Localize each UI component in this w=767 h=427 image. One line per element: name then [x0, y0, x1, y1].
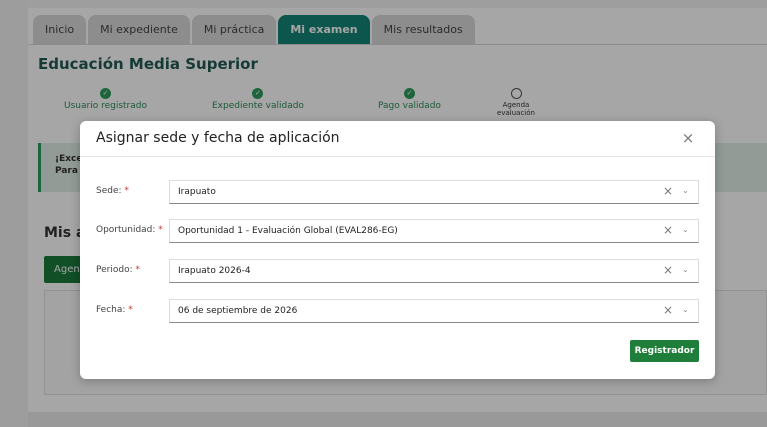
row-fecha: Fecha: * 06 de septiembre de 2026 × ⌄	[80, 299, 715, 323]
required-mark: *	[124, 186, 129, 196]
chevron-down-icon[interactable]: ⌄	[682, 265, 689, 274]
clear-icon[interactable]: ×	[663, 263, 673, 277]
sede-select[interactable]: Irapuato × ⌄	[169, 180, 699, 204]
periodo-select[interactable]: Irapuato 2026-4 × ⌄	[169, 259, 699, 283]
row-sede: Sede: * Irapuato × ⌄	[80, 180, 715, 204]
label-text: Oportunidad:	[96, 225, 156, 235]
modal-header: Asignar sede y fecha de aplicación ×	[80, 121, 715, 157]
chevron-down-icon[interactable]: ⌄	[682, 186, 689, 195]
label-text: Periodo:	[96, 265, 133, 275]
oportunidad-value: Oportunidad 1 - Evaluación Global (EVAL2…	[178, 226, 398, 236]
modal-title: Asignar sede y fecha de aplicación	[96, 130, 340, 146]
required-mark: *	[135, 265, 140, 275]
clear-icon[interactable]: ×	[663, 223, 673, 237]
chevron-down-icon[interactable]: ⌄	[682, 305, 689, 314]
row-periodo: Periodo: * Irapuato 2026-4 × ⌄	[80, 259, 715, 283]
oportunidad-select[interactable]: Oportunidad 1 - Evaluación Global (EVAL2…	[169, 219, 699, 243]
label-text: Sede:	[96, 186, 122, 196]
oportunidad-label: Oportunidad: *	[96, 225, 163, 235]
chevron-down-icon[interactable]: ⌄	[682, 225, 689, 234]
fecha-label: Fecha: *	[96, 305, 133, 315]
sede-value: Irapuato	[178, 187, 216, 197]
required-mark: *	[158, 225, 163, 235]
fecha-value: 06 de septiembre de 2026	[178, 306, 298, 316]
clear-icon[interactable]: ×	[663, 184, 673, 198]
required-mark: *	[128, 305, 133, 315]
close-icon[interactable]: ×	[680, 129, 696, 147]
row-oportunidad: Oportunidad: * Oportunidad 1 - Evaluació…	[80, 219, 715, 243]
assign-site-modal: Asignar sede y fecha de aplicación × Sed…	[80, 121, 715, 379]
periodo-label: Periodo: *	[96, 265, 140, 275]
clear-icon[interactable]: ×	[663, 303, 673, 317]
registrador-button[interactable]: Registrador	[630, 340, 699, 362]
sede-label: Sede: *	[96, 186, 129, 196]
fecha-select[interactable]: 06 de septiembre de 2026 × ⌄	[169, 299, 699, 323]
periodo-value: Irapuato 2026-4	[178, 266, 251, 276]
label-text: Fecha:	[96, 305, 126, 315]
